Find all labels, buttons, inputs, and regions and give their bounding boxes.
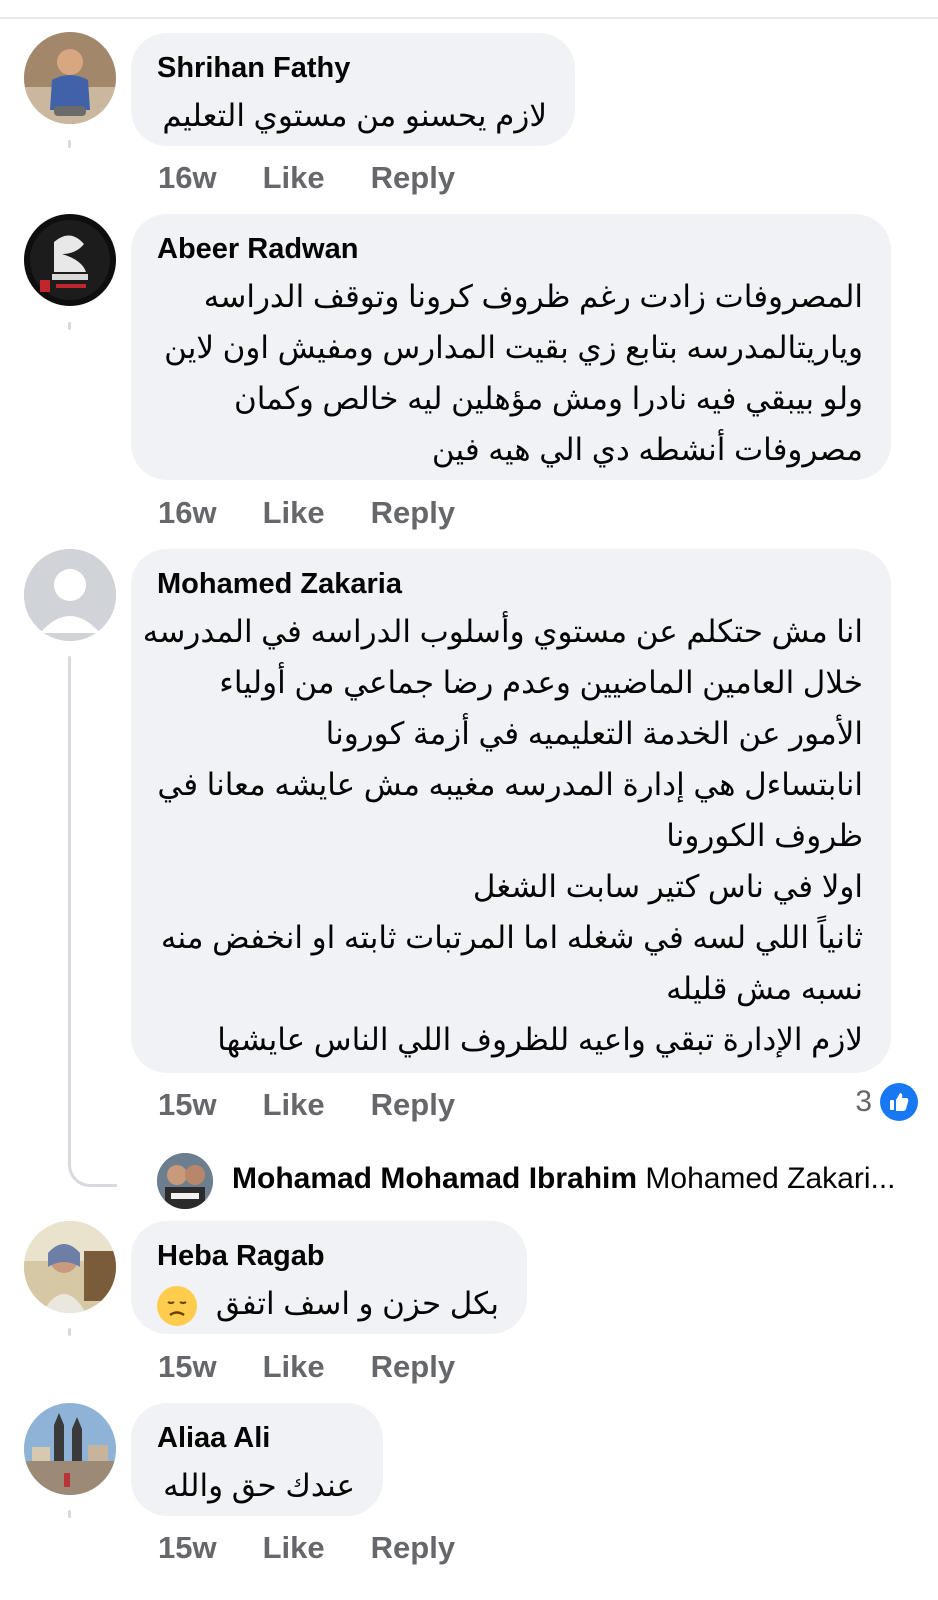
thread-line bbox=[68, 1510, 71, 1518]
comment-text-line: ولو بيبقي فيه نادرا ومش مؤهلين ليه خالص … bbox=[233, 381, 863, 416]
comment-text-line: ثانياً اللي لسه في شغله اما المرتبات ثاب… bbox=[160, 920, 863, 955]
thread-line bbox=[68, 1328, 71, 1336]
comment-text-line: المصروفات زادت رغم ظروف كرونا وتوقف الدر… bbox=[203, 279, 863, 314]
disappointed-face-icon bbox=[157, 1285, 198, 1326]
comment-bubble[interactable]: Heba Ragab بكل حزن و اسف اتفق bbox=[131, 1221, 527, 1334]
reply-author[interactable]: Mohamad Mohamad Ibrahim bbox=[232, 1162, 637, 1195]
comment-author[interactable]: Heba Ragab bbox=[157, 1238, 499, 1274]
comment-bubble[interactable]: Abeer Radwan المصروفات زادت رغم ظروف كرو… bbox=[131, 214, 891, 480]
comment-author[interactable]: Mohamed Zakaria bbox=[157, 566, 863, 602]
comment-text-line: خلال العامين الماضيين وعدم رضا جماعي من … bbox=[219, 665, 863, 700]
comment-actions: 16w Like Reply bbox=[158, 160, 501, 196]
reply-snippet: Mohamed Zakari... bbox=[645, 1162, 896, 1195]
avatar[interactable] bbox=[24, 1403, 116, 1495]
comment-text-line: الأمور عن الخدمة التعليميه في أزمة كورون… bbox=[325, 716, 863, 751]
thumbs-up-icon bbox=[880, 1083, 918, 1121]
comment-author[interactable]: Abeer Radwan bbox=[157, 231, 863, 267]
timestamp[interactable]: 16w bbox=[158, 495, 217, 531]
thread-line bbox=[68, 140, 71, 148]
city-photo-icon bbox=[24, 1403, 116, 1495]
reply-button[interactable]: Reply bbox=[371, 160, 455, 196]
avatar[interactable] bbox=[24, 32, 116, 124]
avatar[interactable] bbox=[24, 1221, 116, 1313]
thread-line bbox=[68, 656, 71, 1156]
comment-text-line: مصروفات أنشطه دي الي هيه فين bbox=[431, 432, 863, 467]
comment-text-line: انا مش حتكلم عن مستوي وأسلوب الدراسه في … bbox=[142, 614, 863, 649]
like-button[interactable]: Like bbox=[263, 160, 325, 196]
comment-text-line: عندك حق والله bbox=[163, 1468, 355, 1503]
reply-button[interactable]: Reply bbox=[371, 1087, 455, 1123]
comment-bubble[interactable]: Mohamed Zakaria انا مش حتكلم عن مستوي وأ… bbox=[131, 549, 891, 1073]
avatar[interactable] bbox=[24, 214, 116, 306]
reply-button[interactable]: Reply bbox=[371, 1530, 455, 1566]
thread-line bbox=[68, 322, 71, 330]
default-user-icon bbox=[24, 549, 116, 641]
comment-text-line: نسبه مش قليله bbox=[666, 971, 863, 1006]
reply-button[interactable]: Reply bbox=[371, 495, 455, 531]
comment-text-line: ظروف الكورونا bbox=[666, 818, 863, 853]
comment-author[interactable]: Shrihan Fathy bbox=[157, 50, 547, 86]
comment-author[interactable]: Aliaa Ali bbox=[157, 1420, 355, 1456]
like-button[interactable]: Like bbox=[263, 1087, 325, 1123]
reaction-count: 3 bbox=[855, 1085, 872, 1118]
woman-photo-icon bbox=[24, 1221, 116, 1313]
comment-bubble[interactable]: Aliaa Ali عندك حق والله bbox=[131, 1403, 383, 1516]
comment-text: انا مش حتكلم عن مستوي وأسلوب الدراسه في … bbox=[142, 606, 863, 1065]
calligraphy-logo-icon bbox=[24, 214, 116, 306]
comment-actions: 15w Like Reply bbox=[158, 1087, 501, 1123]
top-divider bbox=[0, 17, 938, 19]
timestamp[interactable]: 15w bbox=[158, 1087, 217, 1123]
timestamp[interactable]: 16w bbox=[158, 160, 217, 196]
comment-actions: 15w Like Reply bbox=[158, 1349, 501, 1385]
profile-photo-icon bbox=[157, 1153, 213, 1209]
comment-actions: 16w Like Reply bbox=[158, 495, 501, 531]
like-button[interactable]: Like bbox=[263, 1349, 325, 1385]
like-button[interactable]: Like bbox=[263, 495, 325, 531]
child-photo-icon bbox=[24, 32, 116, 124]
comment-text-line: اولا في ناس كتير سابت الشغل bbox=[472, 869, 863, 904]
timestamp[interactable]: 15w bbox=[158, 1530, 217, 1566]
reply-button[interactable]: Reply bbox=[371, 1349, 455, 1385]
comment-text: المصروفات زادت رغم ظروف كرونا وتوقف الدر… bbox=[157, 271, 863, 475]
comment-bubble[interactable]: Shrihan Fathy لازم يحسنو من مستوي التعلي… bbox=[131, 33, 575, 146]
reply-connector bbox=[68, 1150, 117, 1187]
comment-text-line: لازم يحسنو من مستوي التعليم bbox=[162, 98, 547, 133]
comment-text-line: بكل حزن و اسف اتفق bbox=[157, 1278, 499, 1329]
like-button[interactable]: Like bbox=[263, 1530, 325, 1566]
avatar[interactable] bbox=[24, 549, 116, 641]
timestamp[interactable]: 15w bbox=[158, 1349, 217, 1385]
comment-actions: 15w Like Reply bbox=[158, 1530, 501, 1566]
comment-text-line: وياريتالمدرسه بتابع زي بقيت المدارس ومفي… bbox=[164, 330, 863, 365]
comment-text-line: لازم الإدارة تبقي واعيه للظروف اللي النا… bbox=[217, 1022, 863, 1057]
comment-text: بكل حزن و اسف اتفق bbox=[215, 1286, 499, 1321]
comment-text-line: انابتساءل هي إدارة المدرسه مغيبه مش عايش… bbox=[157, 767, 863, 802]
reply-preview-text[interactable]: Mohamad Mohamad Ibrahim Mohamed Zakari..… bbox=[232, 1162, 912, 1196]
reaction-summary[interactable]: 3 bbox=[855, 1083, 918, 1121]
reply-avatar[interactable] bbox=[157, 1153, 213, 1209]
